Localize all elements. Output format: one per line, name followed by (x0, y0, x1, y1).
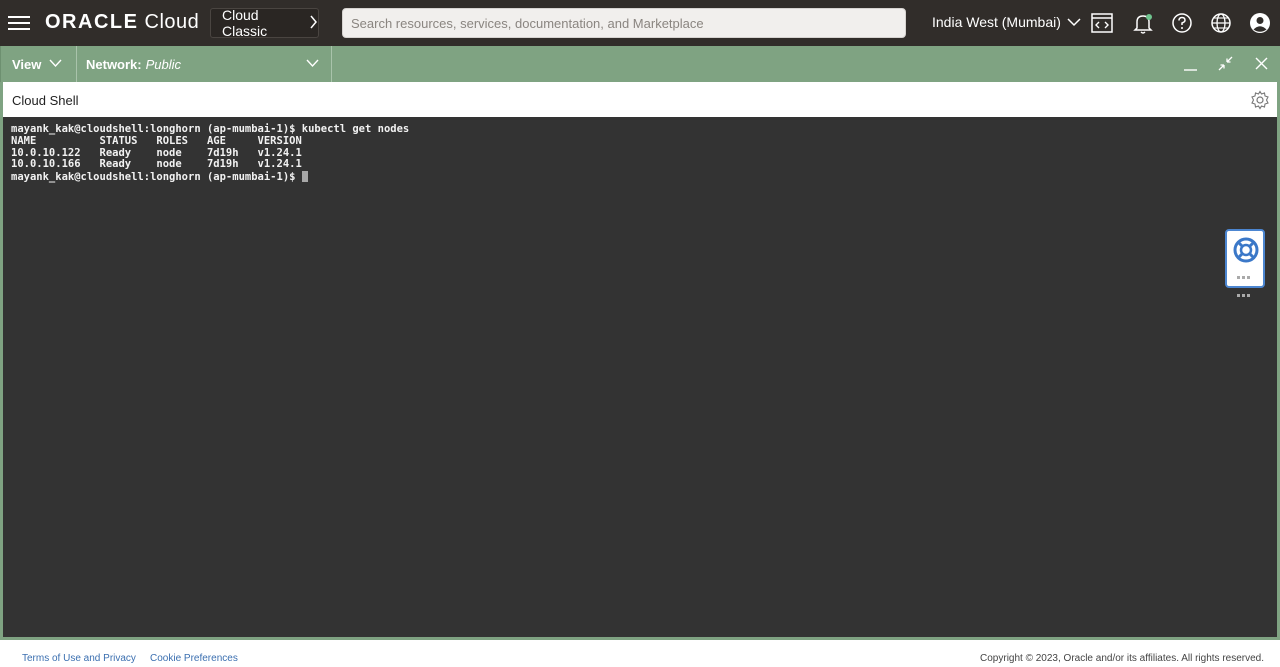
terminal[interactable]: mayank_kak@cloudshell:longhorn (ap-mumba… (0, 117, 1280, 640)
lifebuoy-icon (1233, 237, 1259, 268)
chevron-right-icon (309, 15, 318, 32)
gear-icon[interactable] (1250, 90, 1270, 110)
help-icon[interactable] (1170, 11, 1194, 35)
cloud-classic-button[interactable]: Cloud Classic (210, 7, 319, 39)
footer: Terms of Use and Privacy Cookie Preferen… (0, 643, 1280, 667)
restore-icon[interactable] (1216, 54, 1236, 74)
top-navigation-bar: ORACLE Cloud Cloud Classic India West (M… (0, 0, 1280, 46)
cloud-shell-toolbar: View Network: Public (0, 46, 1280, 82)
oracle-cloud-logo[interactable]: ORACLE Cloud (45, 11, 199, 34)
copyright-text: Copyright © 2023, Oracle and/or its affi… (980, 653, 1264, 664)
network-selector[interactable]: Network: Public (77, 46, 332, 82)
network-label: Network: (86, 56, 142, 72)
network-value: Public (145, 56, 182, 72)
terminal-prompt-line: mayank_kak@cloudshell:longhorn (ap-mumba… (11, 171, 1277, 184)
terminal-line: NAME STATUS ROLES AGE VERSION (11, 134, 302, 147)
chevron-down-icon (306, 56, 319, 73)
chevron-down-icon (49, 56, 62, 73)
code-editor-icon[interactable] (1090, 11, 1114, 35)
region-selector[interactable]: India West (Mumbai) (932, 14, 1081, 30)
globe-icon[interactable] (1209, 11, 1233, 35)
cloud-shell-header: Cloud Shell (0, 82, 1280, 117)
region-label: India West (Mumbai) (932, 14, 1061, 30)
drag-handle-icon[interactable] (1237, 269, 1255, 305)
help-widget[interactable] (1225, 229, 1265, 297)
cloud-classic-label: Cloud Classic (222, 7, 268, 39)
close-icon[interactable] (1252, 54, 1272, 74)
terminal-cursor (301, 171, 308, 183)
brand-oracle: ORACLE (45, 11, 139, 33)
brand-cloud: Cloud (144, 11, 200, 33)
search-input[interactable] (342, 8, 906, 38)
view-menu-button[interactable]: View (1, 46, 77, 82)
bell-icon[interactable] (1131, 11, 1155, 35)
minimize-icon[interactable] (1181, 54, 1201, 74)
cookie-preferences-link[interactable]: Cookie Preferences (150, 653, 238, 664)
user-icon[interactable] (1248, 11, 1272, 35)
terms-link[interactable]: Terms of Use and Privacy (22, 653, 136, 664)
chevron-down-icon (1067, 14, 1081, 30)
view-label: View (12, 56, 42, 72)
cloud-shell-title: Cloud Shell (12, 93, 79, 108)
menu-icon[interactable] (8, 12, 32, 34)
terminal-line: 10.0.10.166 Ready node 7d19h v1.24.1 (11, 158, 302, 171)
terminal-prompt: mayank_kak@cloudshell:longhorn (ap-mumba… (11, 171, 302, 184)
